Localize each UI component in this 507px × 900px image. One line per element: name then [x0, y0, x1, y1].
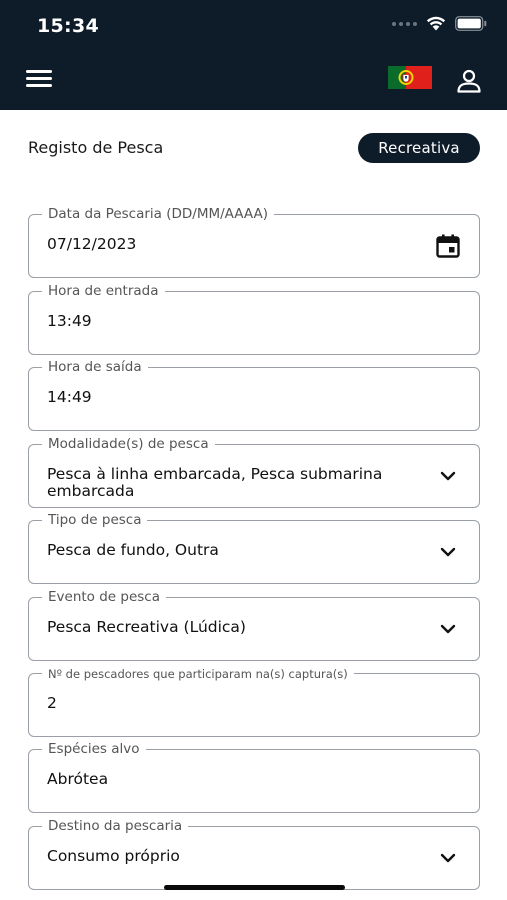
fishing-type-value[interactable]: Pesca de fundo, Outra [47, 541, 219, 559]
fishing-event-label: Evento de pesca [42, 589, 166, 605]
fishing-type-select[interactable]: Tipo de pesca Pesca de fundo, Outra [28, 512, 480, 584]
home-indicator[interactable] [164, 885, 345, 890]
fishing-date-label: Data da Pescaria (DD/MM/AAAA) [42, 206, 275, 222]
calendar-icon[interactable] [435, 233, 461, 259]
fishing-modality-label: Modalidade(s) de pesca [42, 436, 215, 452]
page-title: Registo de Pesca [28, 138, 164, 157]
exit-time-field[interactable]: Hora de saída 14:49 [28, 359, 480, 431]
fishermen-count-label: Nº de pescadores que participaram na(s) … [42, 666, 354, 682]
app-header: 15:34 [0, 0, 507, 110]
catch-destination-value[interactable]: Consumo próprio [47, 847, 180, 865]
entry-time-value[interactable]: 13:49 [47, 312, 92, 330]
fishing-date-value[interactable]: 07/12/2023 [47, 235, 136, 253]
exit-time-value[interactable]: 14:49 [47, 388, 92, 406]
user-profile-icon[interactable] [455, 68, 483, 94]
fishing-event-value[interactable]: Pesca Recreativa (Lúdica) [47, 618, 246, 636]
fishing-date-field[interactable]: Data da Pescaria (DD/MM/AAAA) 07/12/2023 [28, 206, 480, 278]
portugal-flag-icon[interactable] [388, 66, 432, 89]
status-icons [392, 16, 487, 31]
battery-icon [455, 16, 487, 31]
entry-time-field[interactable]: Hora de entrada 13:49 [28, 283, 480, 355]
target-species-value[interactable]: Abrótea [47, 770, 108, 788]
fishing-modality-value[interactable]: Pesca à linha embarcada, Pesca submarina… [47, 466, 407, 500]
target-species-label: Espécies alvo [42, 741, 146, 757]
fishermen-count-value[interactable]: 2 [47, 694, 57, 712]
chevron-down-icon[interactable] [439, 620, 457, 638]
signal-icon [392, 21, 417, 26]
target-species-field[interactable]: Espécies alvo Abrótea [28, 741, 480, 813]
recreativa-badge[interactable]: Recreativa [358, 133, 480, 163]
status-time: 15:34 [37, 15, 99, 37]
catch-destination-label: Destino da pescaria [42, 818, 189, 834]
wifi-icon [426, 16, 446, 31]
fishermen-count-field[interactable]: Nº de pescadores que participaram na(s) … [28, 666, 480, 737]
exit-time-label: Hora de saída [42, 359, 148, 375]
chevron-down-icon[interactable] [439, 467, 457, 485]
chevron-down-icon[interactable] [439, 849, 457, 867]
fishing-type-label: Tipo de pesca [42, 512, 148, 528]
fishing-modality-select[interactable]: Modalidade(s) de pesca Pesca à linha emb… [28, 436, 480, 508]
fishing-event-select[interactable]: Evento de pesca Pesca Recreativa (Lúdica… [28, 589, 480, 661]
entry-time-label: Hora de entrada [42, 283, 165, 299]
hamburger-menu-icon[interactable] [26, 70, 52, 90]
catch-destination-select[interactable]: Destino da pescaria Consumo próprio [28, 818, 480, 890]
chevron-down-icon[interactable] [439, 543, 457, 561]
